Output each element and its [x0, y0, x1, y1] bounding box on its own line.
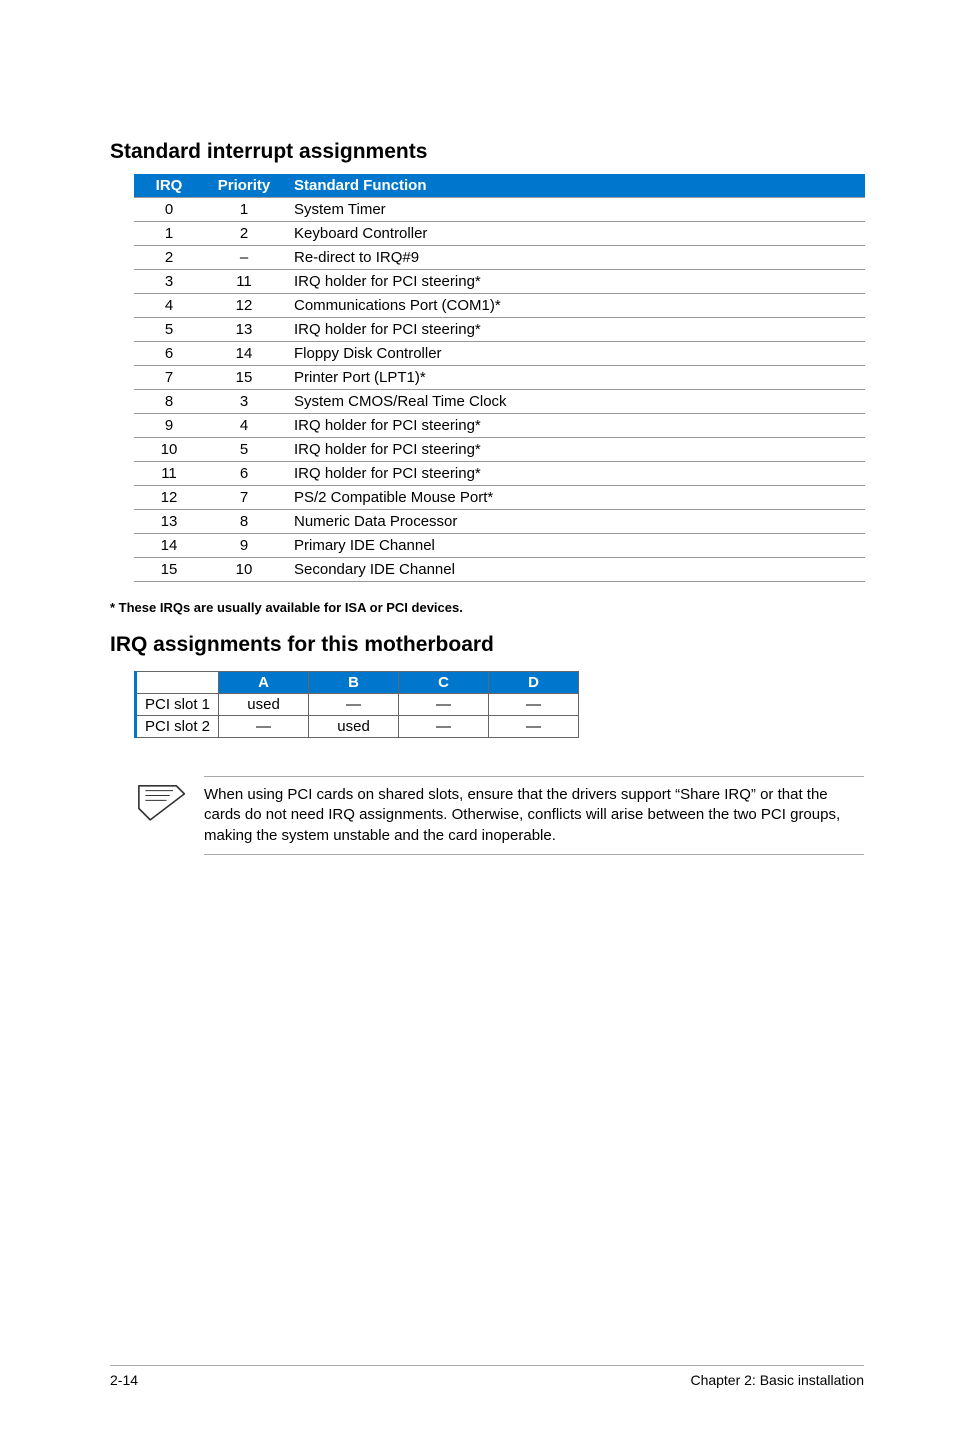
table-row: PCI slot 2—used—— — [136, 716, 579, 738]
irq-cell-function: Communications Port (COM1)* — [284, 294, 865, 318]
irq-cell-irq: 14 — [134, 534, 204, 558]
table-row: 127PS/2 Compatible Mouse Port* — [134, 486, 865, 510]
table-row: 2–Re-direct to IRQ#9 — [134, 246, 865, 270]
irq-cell-irq: 3 — [134, 270, 204, 294]
irq-cell-priority: 7 — [204, 486, 284, 510]
pci-th-b: B — [309, 672, 399, 694]
irq-cell-irq: 0 — [134, 198, 204, 222]
pci-th-a: A — [219, 672, 309, 694]
table-row: 83System CMOS/Real Time Clock — [134, 390, 865, 414]
table-row: 105IRQ holder for PCI steering* — [134, 438, 865, 462]
irq-cell-priority: 3 — [204, 390, 284, 414]
irq-cell-priority: 6 — [204, 462, 284, 486]
irq-cell-irq: 13 — [134, 510, 204, 534]
irq-cell-irq: 12 — [134, 486, 204, 510]
irq-cell-irq: 10 — [134, 438, 204, 462]
table-row: PCI slot 1used——— — [136, 694, 579, 716]
pci-table: A B C D PCI slot 1used———PCI slot 2—used… — [134, 671, 579, 738]
irq-cell-priority: 9 — [204, 534, 284, 558]
irq-cell-function: Secondary IDE Channel — [284, 558, 865, 582]
table-row: 94IRQ holder for PCI steering* — [134, 414, 865, 438]
footer-chapter: Chapter 2: Basic installation — [690, 1372, 864, 1388]
irq-cell-function: Printer Port (LPT1)* — [284, 366, 865, 390]
pci-cell: — — [309, 694, 399, 716]
pci-th-empty — [136, 672, 219, 694]
pci-cell: — — [489, 694, 579, 716]
irq-cell-priority: 8 — [204, 510, 284, 534]
page: Standard interrupt assignments IRQ Prior… — [0, 0, 954, 1438]
irq-th-function: Standard Function — [284, 174, 865, 198]
irq-cell-function: IRQ holder for PCI steering* — [284, 462, 865, 486]
footer-page-number: 2-14 — [110, 1372, 138, 1388]
irq-cell-irq: 1 — [134, 222, 204, 246]
table-row: 311IRQ holder for PCI steering* — [134, 270, 865, 294]
irq-cell-priority: 12 — [204, 294, 284, 318]
irq-cell-irq: 15 — [134, 558, 204, 582]
irq-cell-irq: 5 — [134, 318, 204, 342]
irq-cell-priority: – — [204, 246, 284, 270]
irq-cell-function: PS/2 Compatible Mouse Port* — [284, 486, 865, 510]
irq-cell-priority: 14 — [204, 342, 284, 366]
irq-cell-function: Primary IDE Channel — [284, 534, 865, 558]
irq-cell-priority: 15 — [204, 366, 284, 390]
irq-cell-priority: 1 — [204, 198, 284, 222]
table-row: 138Numeric Data Processor — [134, 510, 865, 534]
table-row: 12Keyboard Controller — [134, 222, 865, 246]
pci-cell: — — [219, 716, 309, 738]
page-footer: 2-14 Chapter 2: Basic installation — [110, 1365, 864, 1388]
heading-irq-assignments: IRQ assignments for this motherboard — [110, 633, 864, 657]
irq-cell-function: Re-direct to IRQ#9 — [284, 246, 865, 270]
irq-cell-function: System Timer — [284, 198, 865, 222]
irq-cell-irq: 4 — [134, 294, 204, 318]
irq-footnote: * These IRQs are usually available for I… — [110, 600, 864, 615]
pci-cell: used — [309, 716, 399, 738]
table-row: 412Communications Port (COM1)* — [134, 294, 865, 318]
irq-cell-function: IRQ holder for PCI steering* — [284, 414, 865, 438]
table-row: 1510Secondary IDE Channel — [134, 558, 865, 582]
irq-cell-function: System CMOS/Real Time Clock — [284, 390, 865, 414]
irq-cell-priority: 10 — [204, 558, 284, 582]
table-row: 149Primary IDE Channel — [134, 534, 865, 558]
irq-cell-priority: 2 — [204, 222, 284, 246]
table-row: 01System Timer — [134, 198, 865, 222]
irq-cell-irq: 7 — [134, 366, 204, 390]
note-icon — [134, 776, 186, 827]
irq-cell-function: IRQ holder for PCI steering* — [284, 318, 865, 342]
pci-cell: — — [399, 694, 489, 716]
pci-cell: — — [399, 716, 489, 738]
table-row: 513IRQ holder for PCI steering* — [134, 318, 865, 342]
irq-th-irq: IRQ — [134, 174, 204, 198]
irq-cell-irq: 2 — [134, 246, 204, 270]
irq-cell-priority: 11 — [204, 270, 284, 294]
pci-cell: used — [219, 694, 309, 716]
irq-cell-priority: 4 — [204, 414, 284, 438]
table-row: 116IRQ holder for PCI steering* — [134, 462, 865, 486]
table-row: 614Floppy Disk Controller — [134, 342, 865, 366]
heading-standard-interrupt: Standard interrupt assignments — [110, 140, 864, 164]
irq-cell-irq: 6 — [134, 342, 204, 366]
table-row: 715Printer Port (LPT1)* — [134, 366, 865, 390]
irq-cell-function: Numeric Data Processor — [284, 510, 865, 534]
irq-cell-function: Floppy Disk Controller — [284, 342, 865, 366]
pci-th-c: C — [399, 672, 489, 694]
irq-cell-irq: 11 — [134, 462, 204, 486]
irq-cell-function: IRQ holder for PCI steering* — [284, 270, 865, 294]
pci-cell: — — [489, 716, 579, 738]
irq-table: IRQ Priority Standard Function 01System … — [134, 174, 865, 582]
irq-cell-irq: 9 — [134, 414, 204, 438]
irq-cell-function: IRQ holder for PCI steering* — [284, 438, 865, 462]
note-text: When using PCI cards on shared slots, en… — [204, 776, 864, 855]
irq-cell-function: Keyboard Controller — [284, 222, 865, 246]
pci-row-name: PCI slot 2 — [136, 716, 219, 738]
pci-th-d: D — [489, 672, 579, 694]
irq-cell-priority: 13 — [204, 318, 284, 342]
irq-th-priority: Priority — [204, 174, 284, 198]
irq-cell-priority: 5 — [204, 438, 284, 462]
note-block: When using PCI cards on shared slots, en… — [134, 776, 864, 855]
pci-row-name: PCI slot 1 — [136, 694, 219, 716]
irq-cell-irq: 8 — [134, 390, 204, 414]
